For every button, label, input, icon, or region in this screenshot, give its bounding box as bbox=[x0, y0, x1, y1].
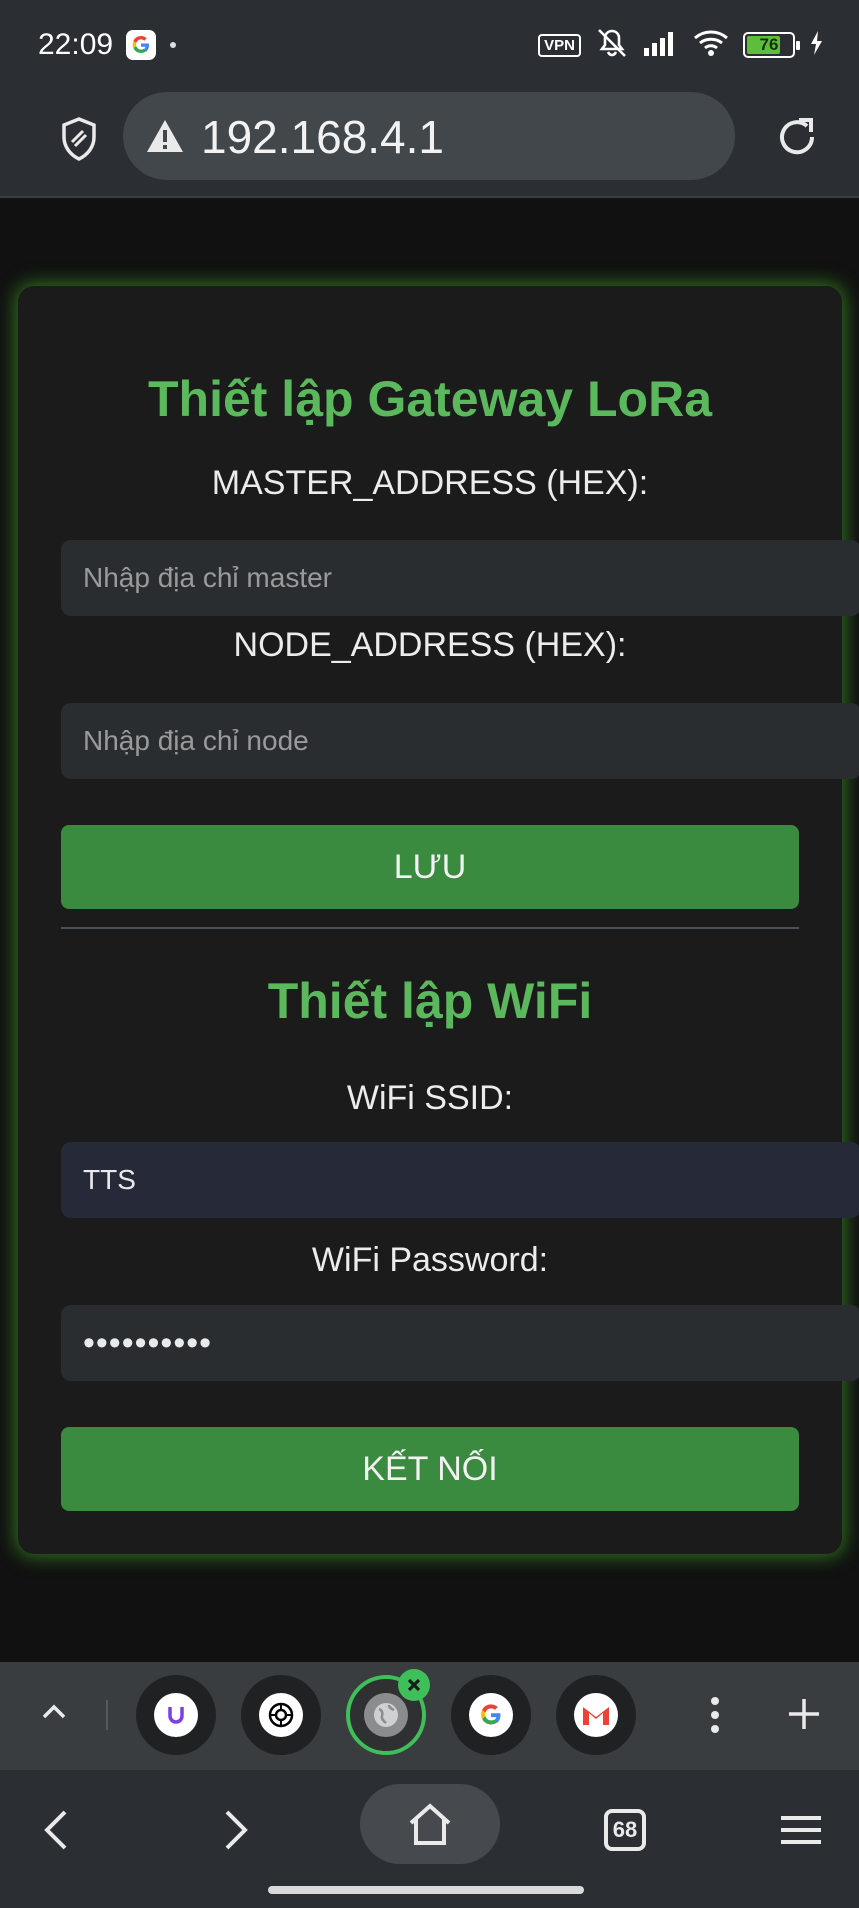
tab-strip bbox=[0, 1662, 859, 1770]
tab-switcher-button[interactable]: 68 bbox=[603, 1790, 647, 1870]
wifi-title: Thiết lập WiFi bbox=[267, 973, 593, 1029]
chevron-up-icon[interactable] bbox=[34, 1692, 74, 1732]
tab-gmail[interactable] bbox=[556, 1675, 636, 1755]
gesture-bar[interactable] bbox=[268, 1886, 584, 1894]
status-icons: VPN 76 bbox=[538, 28, 823, 62]
status-time: 22:09 bbox=[38, 28, 114, 61]
wifi-ssid-input[interactable] bbox=[61, 1142, 859, 1218]
charging-icon bbox=[809, 30, 823, 61]
battery-level: 76 bbox=[759, 35, 779, 54]
dot-icon bbox=[170, 42, 176, 48]
home-icon bbox=[409, 1803, 451, 1845]
back-icon[interactable] bbox=[36, 1790, 76, 1870]
tab-count: 68 bbox=[604, 1809, 646, 1851]
save-button[interactable]: LƯU bbox=[61, 825, 799, 909]
more-vertical-icon[interactable] bbox=[700, 1690, 730, 1740]
settings-card: Thiết lập Gateway LoRa MASTER_ADDRESS (H… bbox=[18, 286, 859, 1554]
connect-button[interactable]: KẾT NỐI bbox=[61, 1427, 799, 1511]
home-button[interactable] bbox=[360, 1784, 500, 1864]
chatgpt-icon bbox=[259, 1693, 303, 1737]
warning-icon bbox=[147, 120, 183, 152]
address-bar[interactable]: 192.168.4.1 bbox=[123, 92, 735, 180]
add-tab-icon[interactable] bbox=[784, 1694, 824, 1734]
lora-title: Thiết lập Gateway LoRa bbox=[147, 371, 712, 427]
globe-icon bbox=[364, 1693, 408, 1737]
vpn-icon: VPN bbox=[538, 33, 581, 57]
master-address-input[interactable] bbox=[61, 540, 859, 616]
signal-icon bbox=[643, 30, 679, 61]
wifi-password-input[interactable] bbox=[61, 1305, 859, 1381]
forward-icon[interactable] bbox=[216, 1790, 256, 1870]
url-text: 192.168.4.1 bbox=[201, 111, 445, 163]
master-address-label: MASTER_ADDRESS (HEX): bbox=[211, 464, 649, 502]
node-address-label: NODE_ADDRESS (HEX): bbox=[233, 626, 627, 664]
battery-icon: 76 bbox=[743, 32, 800, 58]
tab-current[interactable] bbox=[346, 1669, 430, 1755]
google-icon bbox=[126, 30, 156, 60]
battery-cap bbox=[796, 41, 800, 50]
wifi-ssid-label: WiFi SSID: bbox=[346, 1079, 514, 1117]
browser-toolbar: 192.168.4.1 bbox=[0, 90, 859, 198]
bottom-nav: 68 bbox=[0, 1770, 859, 1908]
shield-icon[interactable] bbox=[54, 110, 104, 168]
tab-u-app[interactable] bbox=[136, 1675, 216, 1755]
menu-icon[interactable] bbox=[780, 1790, 822, 1870]
google-tab-icon bbox=[469, 1693, 513, 1737]
status-bar: 22:09 VPN 76 bbox=[0, 0, 859, 90]
gmail-icon bbox=[574, 1693, 618, 1737]
mute-icon bbox=[595, 27, 629, 64]
close-tab-icon[interactable] bbox=[398, 1669, 430, 1701]
tab-chatgpt[interactable] bbox=[241, 1675, 321, 1755]
node-address-input[interactable] bbox=[61, 703, 859, 779]
page-content: Thiết lập Gateway LoRa MASTER_ADDRESS (H… bbox=[0, 200, 859, 1662]
wifi-icon bbox=[693, 29, 729, 62]
strip-separator bbox=[106, 1700, 108, 1730]
section-divider bbox=[61, 927, 799, 929]
u-app-icon bbox=[154, 1693, 198, 1737]
wifi-password-label: WiFi Password: bbox=[311, 1241, 549, 1279]
tab-google[interactable] bbox=[451, 1675, 531, 1755]
reload-icon[interactable] bbox=[770, 110, 824, 164]
